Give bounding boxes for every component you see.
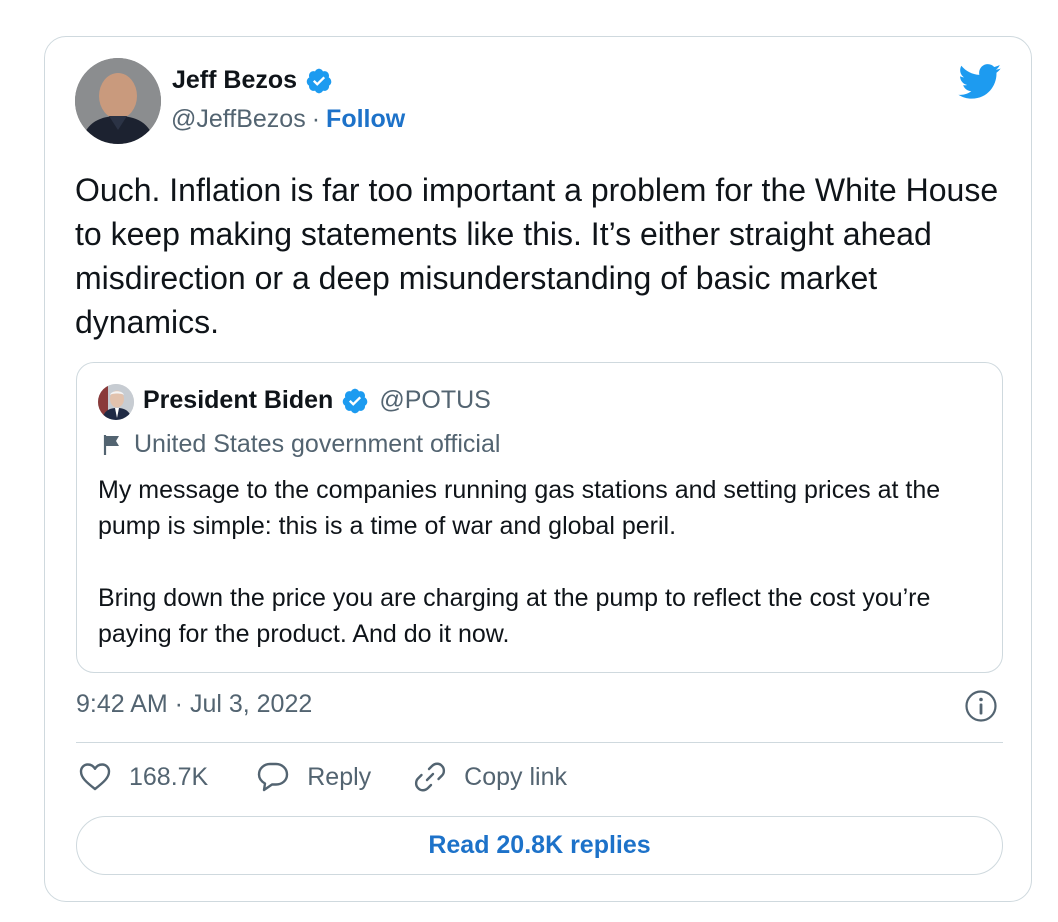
- author-handle[interactable]: @JeffBezos: [171, 105, 306, 134]
- link-icon: [415, 762, 446, 792]
- tweet-text: Ouch. Inflation is far too important a p…: [75, 172, 999, 340]
- like-count: 168.7K: [129, 762, 209, 791]
- divider: [76, 742, 1003, 743]
- heart-icon: [79, 763, 111, 791]
- quoted-name-row: President Biden @POTUS: [143, 386, 491, 415]
- government-label-row: United States government official: [102, 430, 500, 459]
- verified-badge-icon: [306, 68, 332, 93]
- author-handle-row: @JeffBezos · Follow: [171, 105, 405, 134]
- quoted-author-handle[interactable]: @POTUS: [379, 386, 491, 415]
- reply-label: Reply: [307, 762, 372, 791]
- author-name[interactable]: Jeff Bezos: [172, 66, 297, 95]
- tweet-timestamp[interactable]: 9:42 AM · Jul 3, 2022: [76, 690, 312, 719]
- quoted-author-name[interactable]: President Biden: [143, 386, 333, 415]
- action-bar: 168.7K Reply Copy link: [78, 760, 567, 794]
- like-button[interactable]: 168.7K: [78, 760, 208, 794]
- author-avatar[interactable]: [75, 58, 161, 144]
- info-icon[interactable]: [964, 689, 998, 723]
- speech-bubble-icon: [258, 762, 289, 792]
- follow-button[interactable]: Follow: [326, 105, 405, 134]
- author-name-row: Jeff Bezos: [172, 66, 333, 95]
- read-replies-button[interactable]: Read 20.8K replies: [76, 816, 1003, 875]
- quoted-tweet-text: My message to the companies running gas …: [98, 476, 941, 648]
- verified-badge-icon: [343, 388, 368, 413]
- separator-dot: ·: [311, 105, 321, 133]
- flag-icon: [103, 434, 119, 455]
- copy-link-label: Copy link: [464, 762, 567, 791]
- reply-button[interactable]: Reply: [256, 760, 371, 794]
- government-label: United States government official: [134, 430, 501, 458]
- twitter-bird-icon[interactable]: [958, 64, 1002, 100]
- quoted-avatar[interactable]: [98, 384, 134, 420]
- copy-link-button[interactable]: Copy link: [413, 760, 567, 794]
